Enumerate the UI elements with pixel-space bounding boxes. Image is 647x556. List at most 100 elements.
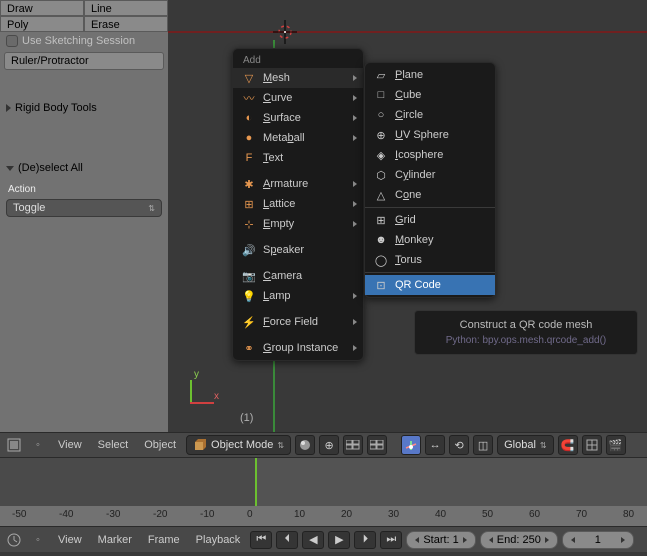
menu-frame[interactable]: Frame [142,534,186,546]
btn-draw[interactable]: Draw [0,0,84,16]
menu-item-label: Mesh [263,72,290,84]
plane-icon: ▱ [373,67,389,83]
action-dropdown[interactable]: Toggle ⇅ [6,199,162,217]
axis-x-label: x [214,391,219,402]
menu-marker[interactable]: Marker [92,534,138,546]
render-button[interactable]: 🎬 [606,435,626,455]
menu-item-camera[interactable]: 📷Camera [233,266,363,286]
frame-tick: 0 [247,509,253,520]
frame-tick: 10 [294,509,305,520]
shading-dropdown[interactable] [295,435,315,455]
timeline-ruler[interactable]: -50-40-30-20-1001020304050607080 [0,506,647,526]
menu-item-empty[interactable]: ⊹Empty [233,214,363,234]
menu-item-label: Group Instance [263,342,338,354]
menu-item-label: Lattice [263,198,295,210]
menu-item-mesh[interactable]: ▽Mesh [233,68,363,88]
layer-indicator: (1) [240,412,253,424]
menu-select[interactable]: Select [92,439,135,451]
3dview-header: ◦ View Select Object Object Mode ⇅ ⊕ ↔ ⟲… [0,432,647,458]
menu-object[interactable]: Object [138,439,182,451]
menu-item-label: Empty [263,218,294,230]
menu-item-label: Camera [263,270,302,282]
keyframe-prev-button[interactable]: ⏴ [276,531,298,549]
snap-type[interactable] [582,435,602,455]
menu-item-uv-sphere[interactable]: ⊕UV Sphere [365,125,495,145]
editor-type-icon[interactable] [4,530,24,550]
menu-item-label: Icosphere [395,149,443,161]
snap-toggle[interactable]: 🧲 [558,435,578,455]
menu-item-label: Grid [395,214,416,226]
chevron-right-icon [353,181,357,187]
text-icon: F [241,150,257,166]
frame-tick: 50 [482,509,493,520]
menu-item-grid[interactable]: ⊞Grid [365,210,495,230]
menu-item-qr-code[interactable]: ⊡QR Code [365,275,495,295]
menu-item-label: Surface [263,112,301,124]
menu-item-force-field[interactable]: ⚡Force Field [233,312,363,332]
menu-item-metaball[interactable]: ●Metaball [233,128,363,148]
menu-item-cone[interactable]: △Cone [365,185,495,205]
editor-type-icon[interactable] [4,435,24,455]
scale-manipulator[interactable]: ◫ [473,435,493,455]
checkbox-sketch-session[interactable]: Use Sketching Session [0,32,168,50]
layers-button-2[interactable] [367,435,387,455]
keyframe-next-button[interactable]: ⏵ [354,531,376,549]
jump-end-button[interactable]: ⏭ [380,531,402,549]
menu-item-cube[interactable]: □Cube [365,85,495,105]
chevron-right-icon [353,293,357,299]
mode-dropdown[interactable]: Object Mode ⇅ [186,435,291,455]
menu-item-plane[interactable]: ▱Plane [365,65,495,85]
menu-item-label: Force Field [263,316,318,328]
menu-item-lattice[interactable]: ⊞Lattice [233,194,363,214]
start-frame-field[interactable]: Start: 1 [406,531,475,549]
panel-deselect[interactable]: (De)select All [0,156,168,180]
menu-item-curve[interactable]: 〰Curve [233,88,363,108]
menu-item-monkey[interactable]: ☻Monkey [365,230,495,250]
play-reverse-button[interactable]: ◀ [302,531,324,549]
icosphere-icon: ◈ [373,147,389,163]
menu-item-group-instance[interactable]: ⚭Group Instance [233,338,363,358]
menu-item-speaker[interactable]: 🔊Speaker [233,240,363,260]
menu-item-cylinder[interactable]: ⬡Cylinder [365,165,495,185]
menu-item-torus[interactable]: ◯Torus [365,250,495,270]
tooltip: Construct a QR code mesh Python: bpy.ops… [414,310,638,355]
panel-rigid-body[interactable]: Rigid Body Tools [0,96,168,120]
menu-item-lamp[interactable]: 💡Lamp [233,286,363,306]
chevron-right-icon [353,319,357,325]
rotate-manipulator[interactable]: ⟲ [449,435,469,455]
monkey-icon: ☻ [373,232,389,248]
menu-item-text[interactable]: FText [233,148,363,168]
menu-item-label: QR Code [395,279,441,291]
play-button[interactable]: ▶ [328,531,350,549]
menu-item-label: Curve [263,92,292,104]
end-frame-field[interactable]: End: 250 [480,531,558,549]
btn-poly[interactable]: Poly [0,16,84,32]
menu-item-circle[interactable]: ○Circle [365,105,495,125]
submenu-mesh: ▱Plane□Cube○Circle⊕UV Sphere ◈ Icosphere ⬡C… [364,62,496,298]
playhead[interactable] [255,458,257,506]
manipulator-toggle[interactable] [401,435,421,455]
chevron-right-icon [353,221,357,227]
menu-item-surface[interactable]: ◐Surface [233,108,363,128]
menu-view[interactable]: View [52,439,88,451]
menu-view[interactable]: View [52,534,88,546]
btn-line[interactable]: Line [84,0,168,16]
cone-icon: △ [373,187,389,203]
current-frame-field[interactable]: 1 [562,531,634,549]
collapse-icon[interactable]: ◦ [28,435,48,455]
pivot-dropdown[interactable]: ⊕ [319,435,339,455]
action-label: Action [0,180,168,197]
timeline-area[interactable]: -50-40-30-20-1001020304050607080 [0,458,647,526]
btn-ruler[interactable]: Ruler/Protractor [4,52,164,70]
updown-icon: ⇅ [277,441,284,450]
menu-item-armature[interactable]: ✱Armature [233,174,363,194]
jump-start-button[interactable]: ⏮ [250,531,272,549]
layers-button[interactable] [343,435,363,455]
collapse-icon[interactable]: ◦ [28,530,48,550]
menu-item-icosphere[interactable]: ◈ Icosphere [365,145,495,165]
frame-tick: -30 [106,509,120,520]
orientation-dropdown[interactable]: Global ⇅ [497,435,554,455]
btn-erase[interactable]: Erase [84,16,168,32]
menu-playback[interactable]: Playback [190,534,247,546]
translate-manipulator[interactable]: ↔ [425,435,445,455]
